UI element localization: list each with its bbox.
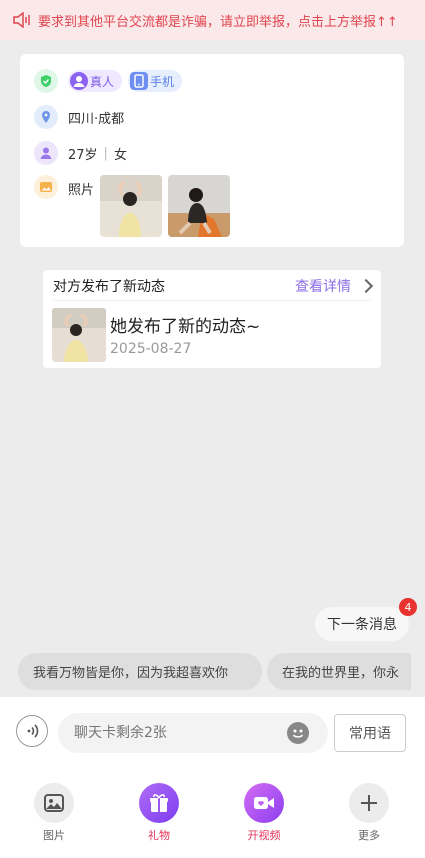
video-call-icon <box>244 783 284 823</box>
divider <box>53 300 371 301</box>
post-thumbnail[interactable] <box>52 308 106 362</box>
view-details-link[interactable]: 查看详情 <box>295 276 374 296</box>
phone-icon <box>130 72 149 90</box>
chevron-right-icon <box>358 278 374 294</box>
verification-row: 真人 手机 <box>34 69 188 93</box>
voice-input-button[interactable] <box>16 715 48 747</box>
voice-icon <box>27 724 39 738</box>
warning-text: 要求到其他平台交流都是诈骗，请立即举报，点击上方举报↑↑ <box>38 14 398 30</box>
gift-icon <box>139 783 179 823</box>
post-date: 2025-08-27 <box>110 341 192 357</box>
gender-text: 女 <box>113 147 127 163</box>
new-post-card[interactable]: 对方发布了新动态 查看详情 她发布了新的动态~ 2025-08-27 <box>43 270 381 368</box>
person-icon <box>70 72 88 90</box>
location-text: 四川·成都 <box>68 111 125 127</box>
feed-header: 对方发布了新动态 查看详情 <box>53 276 374 296</box>
tool-picture[interactable]: 图片 <box>24 783 84 843</box>
quick-phrase-1[interactable]: 我看万物皆是你，因为我超喜欢你 <box>18 653 262 690</box>
profile-card: 真人 手机 四川·成都 27岁 | 女 照片 <box>20 54 404 247</box>
image-icon <box>34 783 74 823</box>
location-row: 四川·成都 <box>34 105 124 129</box>
next-message-button[interactable]: 下一条消息 <box>315 607 409 641</box>
feed-header-text: 对方发布了新动态 <box>53 279 165 295</box>
speaker-icon <box>12 11 32 29</box>
quick-phrase-2[interactable]: 在我的世界里，你永 <box>267 653 411 690</box>
tool-more[interactable]: 更多 <box>339 783 399 843</box>
plus-icon <box>349 783 389 823</box>
bottom-panel: 常用语 图片 礼物 开视频 更多 <box>0 697 425 858</box>
shield-check-icon <box>34 69 58 93</box>
age-text: 27岁 <box>68 147 98 163</box>
photos-label: 照片 <box>68 183 95 198</box>
separator: | <box>103 145 108 161</box>
unread-count-badge: 4 <box>399 598 417 616</box>
tool-gift[interactable]: 礼物 <box>129 783 189 843</box>
profile-photo-2[interactable] <box>168 175 230 237</box>
post-title: 她发布了新的动态~ <box>110 317 261 337</box>
picture-icon <box>34 175 58 199</box>
user-icon <box>34 141 58 165</box>
location-pin-icon <box>34 105 58 129</box>
emoji-icon[interactable] <box>287 722 309 744</box>
fraud-warning-banner[interactable]: 要求到其他平台交流都是诈骗，请立即举报，点击上方举报↑↑ <box>0 0 425 40</box>
profile-photo-1[interactable] <box>100 175 162 237</box>
common-phrases-button[interactable]: 常用语 <box>334 714 406 752</box>
real-person-badge: 真人 <box>68 70 123 92</box>
age-gender-row: 27岁 | 女 <box>34 141 127 165</box>
phone-verified-badge: 手机 <box>128 70 183 92</box>
tool-video[interactable]: 开视频 <box>234 783 294 843</box>
photos-row: 照片 <box>34 175 236 237</box>
